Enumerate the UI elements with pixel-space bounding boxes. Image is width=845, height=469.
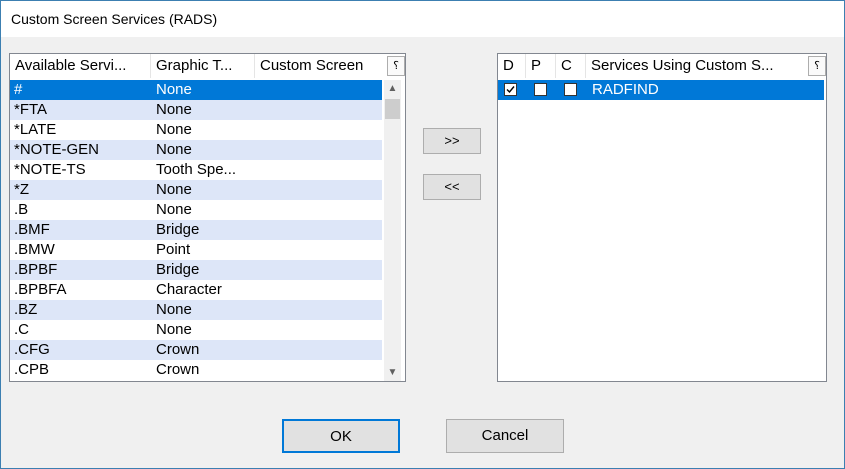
graphic-type: Bridge: [156, 221, 200, 238]
remove-service-button[interactable]: <<: [423, 174, 481, 200]
vertical-scrollbar[interactable]: ▲ ▼: [384, 80, 401, 381]
table-row[interactable]: .BMW Point: [10, 240, 382, 260]
service-name: .B: [14, 201, 29, 218]
graphic-type: Crown: [156, 361, 200, 378]
service-name: *FTA: [14, 101, 48, 118]
list-item[interactable]: RADFIND: [498, 80, 824, 100]
service-name: .BPBF: [14, 261, 58, 278]
graphic-type: None: [156, 81, 192, 98]
table-row[interactable]: .B None: [10, 200, 382, 220]
service-name: .BMW: [14, 241, 55, 258]
table-row[interactable]: # None: [10, 80, 382, 100]
table-row[interactable]: *NOTE-TS Tooth Spe...: [10, 160, 382, 180]
service-name: *NOTE-GEN: [14, 141, 100, 158]
service-name: *LATE: [14, 121, 57, 138]
graphic-type: None: [156, 201, 192, 218]
graphic-type: None: [156, 141, 192, 158]
service-name: .BZ: [14, 301, 38, 318]
graphic-type: None: [156, 321, 192, 338]
graphic-type: Crown: [156, 341, 200, 358]
table-row[interactable]: .CFG Crown: [10, 340, 382, 360]
graphic-type: None: [156, 301, 192, 318]
service-name: #: [14, 81, 23, 98]
header-graphic-type[interactable]: Graphic T...: [151, 54, 255, 78]
ok-button[interactable]: OK: [282, 419, 400, 453]
header-p[interactable]: P: [526, 54, 556, 78]
table-row[interactable]: .BZ None: [10, 300, 382, 320]
service-name: *NOTE-TS: [14, 161, 86, 178]
cancel-button[interactable]: Cancel: [446, 419, 564, 453]
graphic-type: Point: [156, 241, 191, 258]
service-name: *Z: [14, 181, 29, 198]
table-row[interactable]: .C None: [10, 320, 382, 340]
graphic-type: Tooth Spe...: [156, 161, 237, 178]
scroll-down-icon[interactable]: ▼: [384, 364, 401, 381]
graphic-type: Bridge: [156, 261, 200, 278]
header-services-using-custom-screen[interactable]: Services Using Custom S...: [586, 54, 804, 78]
header-custom-screen[interactable]: Custom Screen: [255, 54, 383, 78]
column-chooser-icon[interactable]: ⸮: [387, 56, 405, 76]
add-service-button[interactable]: >>: [423, 128, 481, 154]
header-available-services[interactable]: Available Servi...: [10, 54, 151, 78]
service-name: .CFG: [14, 341, 50, 358]
table-row[interactable]: .BMF Bridge: [10, 220, 382, 240]
dialog-client: Available Servi... Graphic T... Custom S…: [1, 37, 844, 468]
checkbox-p[interactable]: [534, 83, 547, 96]
checkbox-d[interactable]: [504, 83, 517, 96]
graphic-type: None: [156, 181, 192, 198]
custom-screen-services-list[interactable]: D P C Services Using Custom S... ⸮ RADFI…: [497, 53, 827, 382]
header-d[interactable]: D: [498, 54, 526, 78]
window-title: Custom Screen Services (RADS): [11, 11, 218, 27]
table-row[interactable]: .CPB Crown: [10, 360, 382, 380]
service-name: .C: [14, 321, 29, 338]
graphic-type: None: [156, 121, 192, 138]
scrollbar-thumb[interactable]: [385, 99, 400, 119]
service-name: .CPB: [14, 361, 50, 378]
scroll-up-icon[interactable]: ▲: [384, 80, 401, 97]
table-row[interactable]: *NOTE-GEN None: [10, 140, 382, 160]
graphic-type: None: [156, 101, 192, 118]
title-bar: Custom Screen Services (RADS): [1, 1, 844, 37]
header-c[interactable]: C: [556, 54, 586, 78]
service-name: .BMF: [14, 221, 50, 238]
table-row[interactable]: *Z None: [10, 180, 382, 200]
table-row[interactable]: .BPBFA Character: [10, 280, 382, 300]
table-row[interactable]: *FTA None: [10, 100, 382, 120]
service-name: RADFIND: [592, 81, 659, 98]
table-row[interactable]: .BPBF Bridge: [10, 260, 382, 280]
table-row[interactable]: *LATE None: [10, 120, 382, 140]
column-chooser-icon[interactable]: ⸮: [808, 56, 826, 76]
graphic-type: Character: [156, 281, 222, 298]
available-services-list[interactable]: Available Servi... Graphic T... Custom S…: [9, 53, 406, 382]
service-name: .BPBFA: [14, 281, 67, 298]
checkbox-c[interactable]: [564, 83, 577, 96]
dialog-window: Custom Screen Services (RADS) Available …: [0, 0, 845, 469]
